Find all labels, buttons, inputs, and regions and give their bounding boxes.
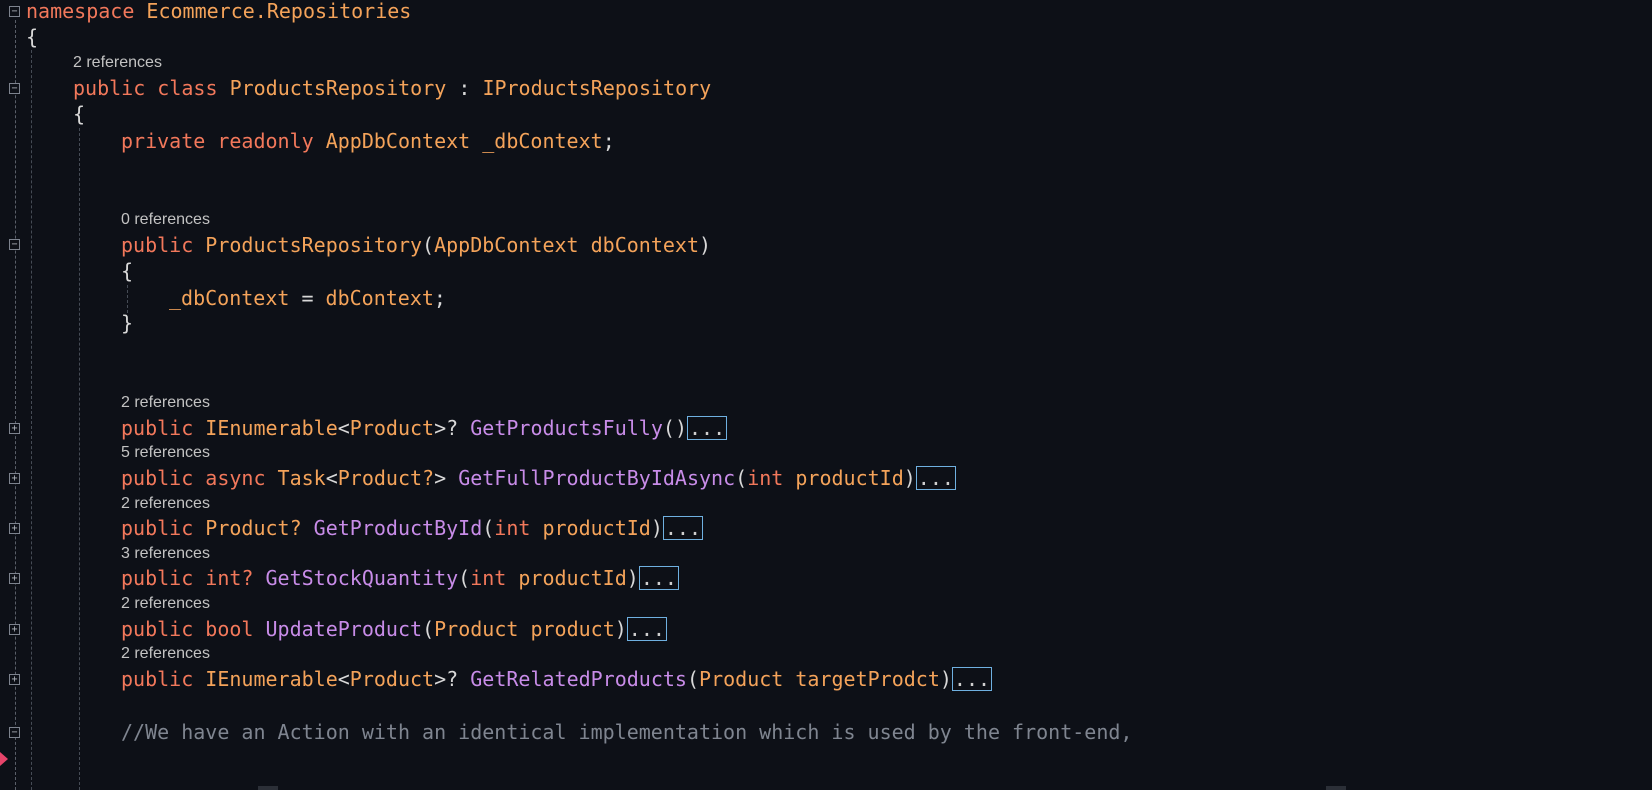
- collapsed-block-button[interactable]: ...: [915, 466, 956, 490]
- codelens-references[interactable]: 3 references: [121, 544, 210, 564]
- collapse-namespace-icon[interactable]: −: [9, 6, 20, 17]
- codelens-references[interactable]: 2 references: [73, 53, 162, 73]
- expand-method-icon[interactable]: +: [9, 523, 20, 534]
- constructor-declaration[interactable]: public ProductsRepository(AppDbContext d…: [121, 232, 711, 258]
- method-signature[interactable]: public IEnumerable<Product>? GetRelatedP…: [121, 666, 993, 692]
- expand-method-icon[interactable]: +: [9, 674, 20, 685]
- indent-guide: [31, 50, 32, 790]
- method-signature[interactable]: public IEnumerable<Product>? GetProducts…: [121, 415, 728, 441]
- namespace-declaration[interactable]: namespace Ecommerce.Repositories: [26, 0, 411, 24]
- codelens-references[interactable]: 2 references: [121, 393, 210, 413]
- constructor-close-brace[interactable]: }: [121, 310, 133, 336]
- collapsed-block-button[interactable]: ...: [638, 566, 679, 590]
- codelens-references[interactable]: 0 references: [121, 210, 210, 230]
- codelens-references[interactable]: 2 references: [121, 644, 210, 664]
- code-comment[interactable]: //We have an Action with an identical im…: [121, 719, 1132, 745]
- method-signature[interactable]: public Product? GetProductById(int produ…: [121, 515, 704, 541]
- collapsed-block-button[interactable]: ...: [686, 416, 728, 440]
- constructor-open-brace[interactable]: {: [121, 258, 133, 284]
- indent-guide: [127, 285, 128, 313]
- code-editor[interactable]: − − − + + + + + + − namespace Ecommerce.…: [0, 0, 1652, 790]
- codelens-references[interactable]: 2 references: [121, 494, 210, 514]
- collapsed-block-button[interactable]: ...: [662, 516, 704, 540]
- collapsed-block-button[interactable]: ...: [626, 617, 667, 641]
- class-declaration[interactable]: public class ProductsRepository : IProdu…: [73, 75, 711, 101]
- breakpoint-marker-icon: [0, 752, 8, 766]
- collapse-comment-icon[interactable]: −: [9, 727, 20, 738]
- collapsed-block-button[interactable]: ...: [951, 667, 993, 691]
- field-declaration[interactable]: private readonly AppDbContext _dbContext…: [121, 128, 615, 154]
- collapse-class-icon[interactable]: −: [9, 83, 20, 94]
- indent-guide: [79, 128, 80, 790]
- method-signature[interactable]: public bool UpdateProduct(Product produc…: [121, 616, 667, 642]
- collapse-constructor-icon[interactable]: −: [9, 239, 20, 250]
- expand-method-icon[interactable]: +: [9, 573, 20, 584]
- codelens-references[interactable]: 2 references: [121, 594, 210, 614]
- expand-method-icon[interactable]: +: [9, 423, 20, 434]
- class-open-brace[interactable]: {: [73, 101, 85, 127]
- expand-method-icon[interactable]: +: [9, 473, 20, 484]
- outlining-margin: − − − + + + + + + −: [0, 0, 26, 790]
- codelens-references[interactable]: 5 references: [121, 443, 210, 463]
- namespace-open-brace[interactable]: {: [26, 24, 38, 50]
- constructor-body[interactable]: _dbContext = dbContext;: [169, 285, 446, 311]
- scroll-indicator: [258, 786, 278, 790]
- method-signature[interactable]: public async Task<Product?> GetFullProdu…: [121, 465, 956, 491]
- expand-method-icon[interactable]: +: [9, 624, 20, 635]
- scroll-indicator: [1326, 786, 1346, 790]
- method-signature[interactable]: public int? GetStockQuantity(int product…: [121, 565, 679, 591]
